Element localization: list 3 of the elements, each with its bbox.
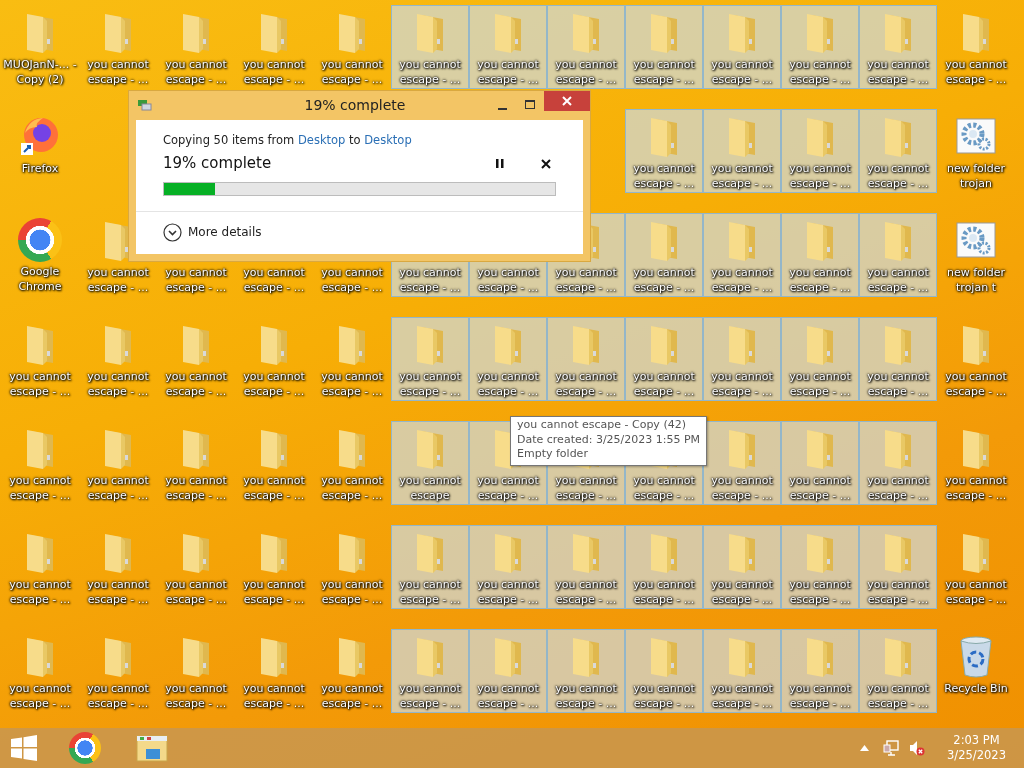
progress-title: 19% complete xyxy=(163,153,273,175)
window-title: 19% complete xyxy=(303,95,407,115)
copy-status-text: Copying 50 items from Desktop to Desktop xyxy=(163,132,413,149)
